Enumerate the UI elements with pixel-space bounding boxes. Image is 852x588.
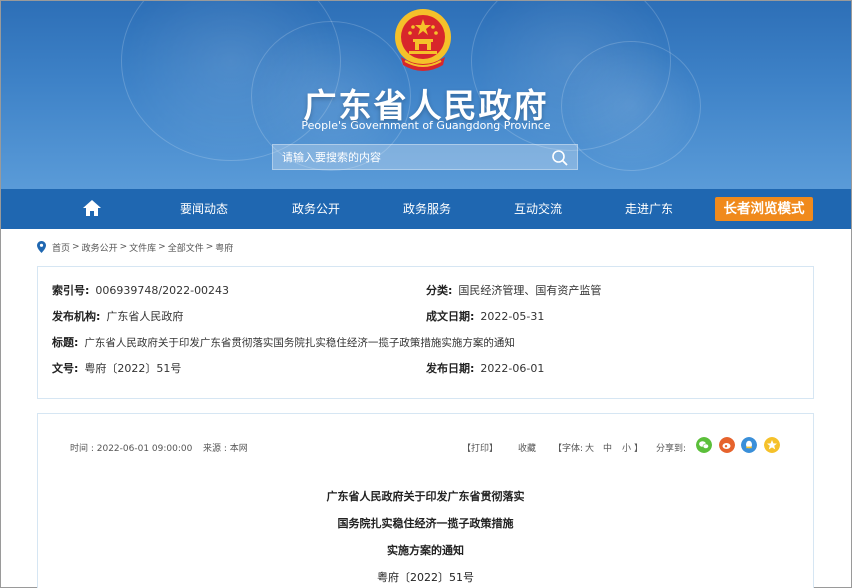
nav-item-news[interactable]: 要闻动态 xyxy=(164,189,244,229)
share-label: 分享到: xyxy=(656,444,687,454)
site-subtitle: People's Government of Guangdong Provinc… xyxy=(301,119,551,132)
location-pin-icon xyxy=(37,241,46,253)
font-size-close: 】 xyxy=(634,444,644,454)
breadcrumb-current[interactable]: 粤府 xyxy=(215,241,233,254)
meta-value: 2022-05-31 xyxy=(480,310,545,323)
font-large-button[interactable]: 大 xyxy=(585,441,594,454)
weibo-share-icon[interactable] xyxy=(719,437,735,453)
meta-published-date: 发布日期: 2022-06-01 xyxy=(426,360,544,376)
meta-created-date: 成文日期: 2022-05-31 xyxy=(426,308,544,324)
document-number: 粤府〔2022〕51号 xyxy=(377,571,474,584)
nav-item-about-guangdong[interactable]: 走进广东 xyxy=(609,189,689,229)
font-medium-button[interactable]: 中 xyxy=(603,441,612,454)
meta-index-no: 索引号: 006939748/2022-00243 xyxy=(52,282,229,298)
search-box xyxy=(272,144,578,170)
meta-label: 发布机构: xyxy=(52,310,101,323)
meta-label: 成文日期: xyxy=(426,310,475,323)
breadcrumb: 首页 > 政务公开 > 文件库 > 全部文件 > 粤府 xyxy=(37,240,233,254)
breadcrumb-separator: > xyxy=(72,242,80,252)
favorite-button[interactable]: 收藏 xyxy=(518,441,536,454)
meta-doc-no: 文号: 粤府〔2022〕51号 xyxy=(52,360,181,376)
meta-label: 分类: xyxy=(426,284,453,297)
article-source: 来源 : 本网 xyxy=(203,444,248,454)
print-button[interactable]: 【打印】 xyxy=(462,441,498,454)
meta-label: 发布日期: xyxy=(426,362,475,375)
home-icon[interactable] xyxy=(82,199,102,217)
elder-mode-button[interactable]: 长者浏览模式 xyxy=(715,197,813,221)
breadcrumb-home[interactable]: 首页 xyxy=(52,241,70,254)
meta-value: 粤府〔2022〕51号 xyxy=(84,362,182,375)
meta-category: 分类: 国民经济管理、国有资产监管 xyxy=(426,282,601,298)
breadcrumb-separator: > xyxy=(158,242,166,252)
meta-label: 文号: xyxy=(52,362,79,375)
meta-value: 广东省人民政府 xyxy=(106,310,184,323)
nav-item-services[interactable]: 政务服务 xyxy=(387,189,467,229)
document-heading-line: 实施方案的通知 xyxy=(387,544,464,557)
font-small-button[interactable]: 小 xyxy=(622,441,631,454)
search-icon[interactable] xyxy=(551,149,569,167)
meta-value: 广东省人民政府关于印发广东省贯彻落实国务院扎实稳住经济一揽子政策措施实施方案的通… xyxy=(84,337,515,349)
article-time: 时间 : 2022-06-01 09:00:00 xyxy=(70,444,193,454)
nav-item-interaction[interactable]: 互动交流 xyxy=(498,189,578,229)
nav-item-gov-affairs[interactable]: 政务公开 xyxy=(276,189,356,229)
breadcrumb-separator: > xyxy=(119,242,128,252)
qzone-share-icon[interactable] xyxy=(764,437,780,453)
meta-value: 006939748/2022-00243 xyxy=(95,284,230,297)
breadcrumb-gov-affairs[interactable]: 政务公开 xyxy=(82,241,118,254)
meta-publisher: 发布机构: 广东省人民政府 xyxy=(52,308,183,324)
national-emblem-icon xyxy=(395,9,451,71)
header-banner: 广东省人民政府 People's Government of Guangdong… xyxy=(1,1,851,189)
meta-value: 2022-06-01 xyxy=(480,362,545,375)
search-input[interactable] xyxy=(273,145,543,169)
qq-share-icon[interactable] xyxy=(741,437,757,453)
breadcrumb-separator: > xyxy=(205,242,214,252)
font-size-label: 【字体: xyxy=(553,444,584,454)
breadcrumb-all-files[interactable]: 全部文件 xyxy=(168,241,204,254)
meta-label: 标题: xyxy=(52,336,79,349)
document-heading-line: 广东省人民政府关于印发广东省贯彻落实 xyxy=(326,490,525,503)
document-heading-line: 国务院扎实稳住经济一揽子政策措施 xyxy=(337,517,514,530)
meta-value: 国民经济管理、国有资产监管 xyxy=(458,284,602,297)
meta-title: 标题: 广东省人民政府关于印发广东省贯彻落实国务院扎实稳住经济一揽子政策措施实施方… xyxy=(52,334,515,350)
meta-label: 索引号: xyxy=(52,284,90,297)
wechat-share-icon[interactable] xyxy=(696,437,712,453)
breadcrumb-file-library[interactable]: 文件库 xyxy=(129,241,156,254)
